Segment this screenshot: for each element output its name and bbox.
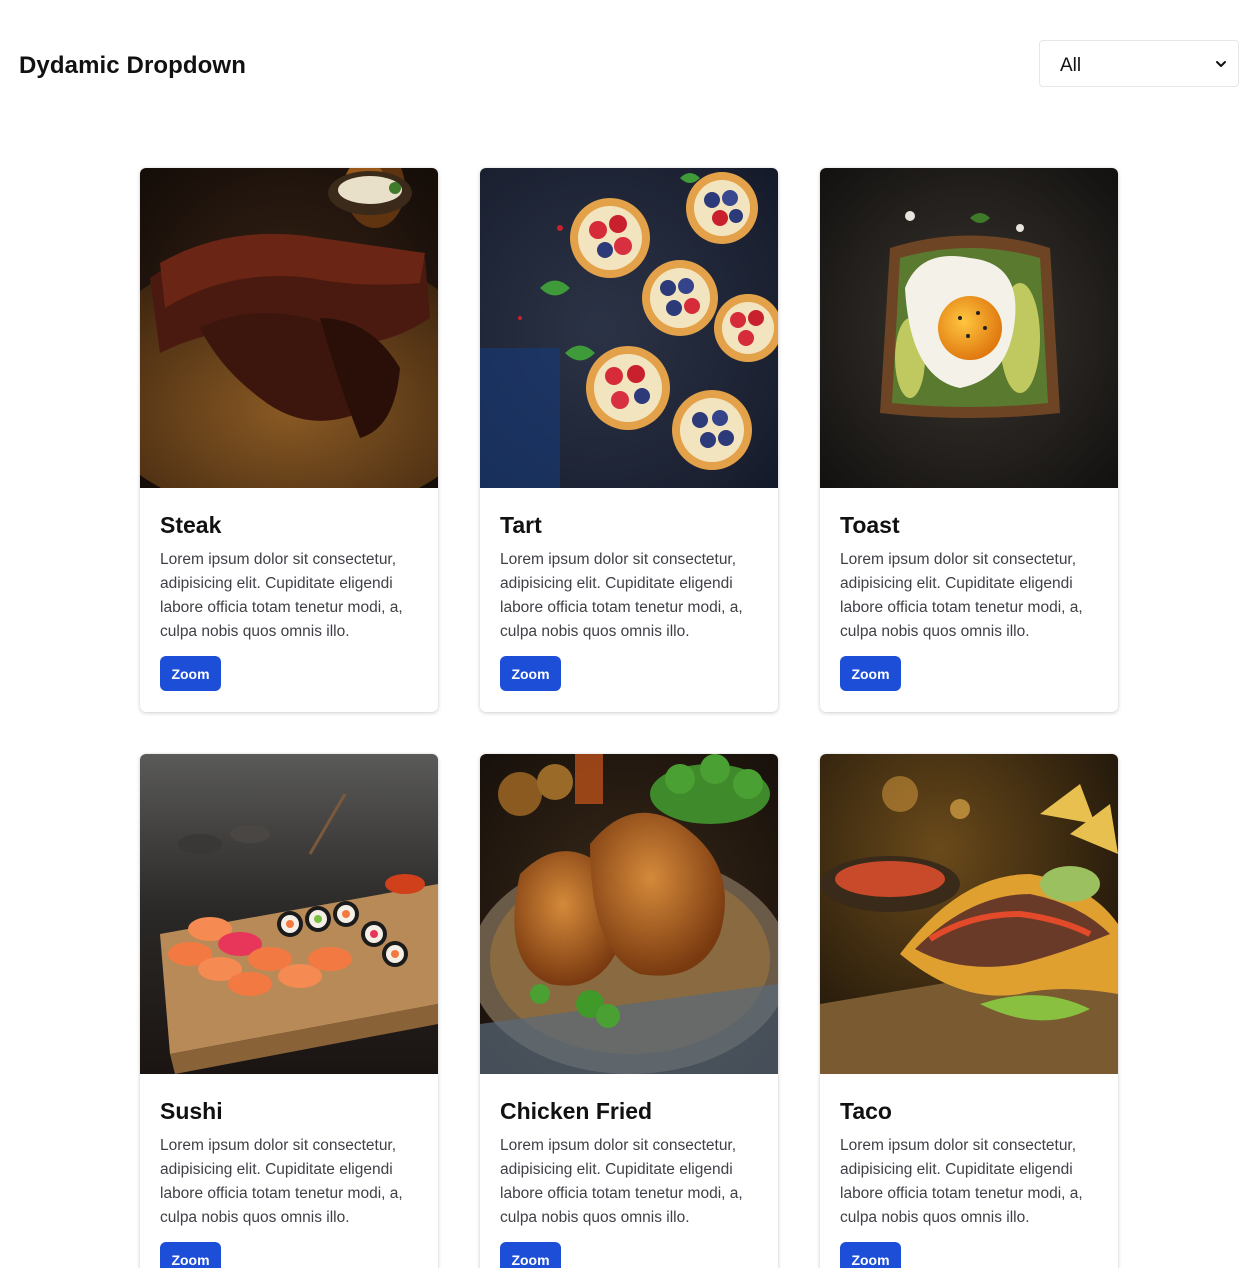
tart-photo [480, 168, 778, 488]
card-description: Lorem ipsum dolor sit consectetur, adipi… [500, 551, 743, 640]
toast-photo [820, 168, 1118, 488]
card-title: Sushi [160, 1098, 223, 1124]
card-title: Chicken Fried [500, 1098, 653, 1124]
page-header: Dydamic Dropdown All [0, 0, 1258, 130]
card-description: Lorem ipsum dolor sit consectetur, adipi… [840, 551, 1083, 640]
taco-photo [820, 754, 1118, 1074]
card-title: Steak [160, 512, 222, 538]
zoom-button[interactable]: Zoom [160, 656, 221, 691]
food-card: Taco Lorem ipsum dolor sit consectetur, … [820, 754, 1118, 1268]
card-description: Lorem ipsum dolor sit consectetur, adipi… [160, 551, 403, 640]
food-card: Tart Lorem ipsum dolor sit consectetur, … [480, 168, 778, 712]
page-title: Dydamic Dropdown [19, 52, 246, 79]
food-card: Steak Lorem ipsum dolor sit consectetur,… [140, 168, 438, 712]
filter-selected-value: All [1060, 55, 1082, 76]
fried-chicken-photo [480, 754, 778, 1074]
food-card: Toast Lorem ipsum dolor sit consectetur,… [820, 168, 1118, 712]
zoom-button[interactable]: Zoom [840, 1242, 901, 1268]
card-title: Tart [500, 512, 542, 538]
chevron-down-icon [1216, 61, 1226, 67]
food-card: Sushi Lorem ipsum dolor sit consectetur,… [140, 754, 438, 1268]
steak-photo [140, 168, 438, 488]
card-title: Taco [840, 1098, 892, 1124]
card-title: Toast [840, 512, 900, 538]
zoom-button[interactable]: Zoom [500, 656, 561, 691]
card-description: Lorem ipsum dolor sit consectetur, adipi… [500, 1137, 743, 1226]
zoom-button[interactable]: Zoom [160, 1242, 221, 1268]
card-description: Lorem ipsum dolor sit consectetur, adipi… [840, 1137, 1083, 1226]
zoom-button[interactable]: Zoom [840, 656, 901, 691]
card-description: Lorem ipsum dolor sit consectetur, adipi… [160, 1137, 403, 1226]
food-card: Chicken Fried Lorem ipsum dolor sit cons… [480, 754, 778, 1268]
category-filter-select[interactable]: All [1039, 40, 1239, 87]
zoom-button[interactable]: Zoom [500, 1242, 561, 1268]
sushi-photo [140, 754, 438, 1074]
